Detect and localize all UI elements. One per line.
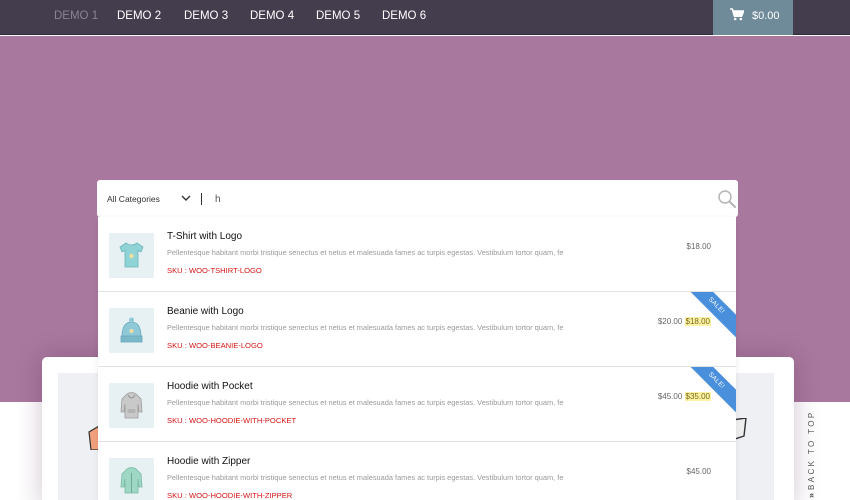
chevrons-up-icon: » <box>806 492 816 498</box>
search-input[interactable] <box>215 189 775 209</box>
search-divider <box>201 193 202 205</box>
sale-price: $35.00 <box>684 392 711 401</box>
product-description: Pellentesque habitant morbi tristique se… <box>167 248 564 257</box>
product-sku: SKU : WOO-HOODIE-WITH-POCKET <box>167 416 297 425</box>
result-item[interactable]: Hoodie with Zipper Pellentesque habitant… <box>98 442 736 500</box>
product-title[interactable]: T-Shirt with Logo <box>167 231 242 242</box>
sale-price: $18.00 <box>684 317 711 326</box>
hoodie-icon <box>120 392 143 419</box>
nav-demo-6[interactable]: DEMO 6 <box>382 0 426 35</box>
search-bar: All Categories <box>97 180 775 217</box>
product-description: Pellentesque habitant morbi tristique se… <box>167 323 564 332</box>
nav-demo-1[interactable]: DEMO 1 <box>54 0 98 35</box>
product-title[interactable]: Hoodie with Zipper <box>167 456 250 467</box>
product-thumbnail <box>109 383 154 428</box>
product-thumbnail <box>109 458 154 500</box>
back-to-top-text: BACK TO TOP <box>807 410 816 490</box>
hoodie-zipper-icon <box>120 467 143 494</box>
product-title[interactable]: Hoodie with Pocket <box>167 381 253 392</box>
cart-total: $0.00 <box>752 10 780 22</box>
cart-icon <box>730 8 745 21</box>
back-to-top-link[interactable]: » BACK TO TOP <box>801 410 822 498</box>
product-title[interactable]: Beanie with Logo <box>167 306 244 317</box>
sale-badge: SALE! <box>682 367 736 415</box>
search-icon[interactable] <box>717 189 737 209</box>
regular-price: $45.00 <box>657 392 683 401</box>
sale-badge: SALE! <box>682 292 736 340</box>
regular-price: $20.00 <box>657 317 683 326</box>
product-price: $45.00 <box>686 467 711 476</box>
beanie-icon <box>120 317 143 343</box>
product-sku: SKU : WOO-TSHIRT-LOGO <box>167 266 262 275</box>
nav-demo-3[interactable]: DEMO 3 <box>184 0 228 35</box>
nav-demo-5[interactable]: DEMO 5 <box>316 0 360 35</box>
search-results: T-Shirt with Logo Pellentesque habitant … <box>98 217 736 500</box>
nav-demo-4[interactable]: DEMO 4 <box>250 0 294 35</box>
cart-button[interactable]: $0.00 <box>713 0 793 35</box>
result-item[interactable]: Hoodie with Pocket Pellentesque habitant… <box>98 367 736 442</box>
top-nav: DEMO 1 DEMO 2 DEMO 3 DEMO 4 DEMO 5 DEMO … <box>0 0 850 35</box>
category-select-value: All Categories <box>107 194 160 204</box>
product-sku: SKU : WOO-HOODIE-WITH-ZIPPER <box>167 491 293 500</box>
product-price: $20.00 $18.00 <box>658 317 711 326</box>
product-description: Pellentesque habitant morbi tristique se… <box>167 398 564 407</box>
product-price: $18.00 <box>686 242 711 251</box>
chevron-down-icon[interactable] <box>181 194 191 202</box>
category-select[interactable]: All Categories <box>107 180 160 217</box>
back-to-top-label: » BACK TO TOP <box>801 410 822 498</box>
nav-demo-2[interactable]: DEMO 2 <box>117 0 161 35</box>
tshirt-icon <box>119 242 144 268</box>
result-item[interactable]: Beanie with Logo Pellentesque habitant m… <box>98 292 736 367</box>
result-item[interactable]: T-Shirt with Logo Pellentesque habitant … <box>98 217 736 292</box>
product-thumbnail <box>109 308 154 353</box>
product-thumbnail <box>109 233 154 278</box>
product-price: $45.00 $35.00 <box>658 392 711 401</box>
product-description: Pellentesque habitant morbi tristique se… <box>167 473 564 482</box>
product-sku: SKU : WOO-BEANIE-LOGO <box>167 341 263 350</box>
